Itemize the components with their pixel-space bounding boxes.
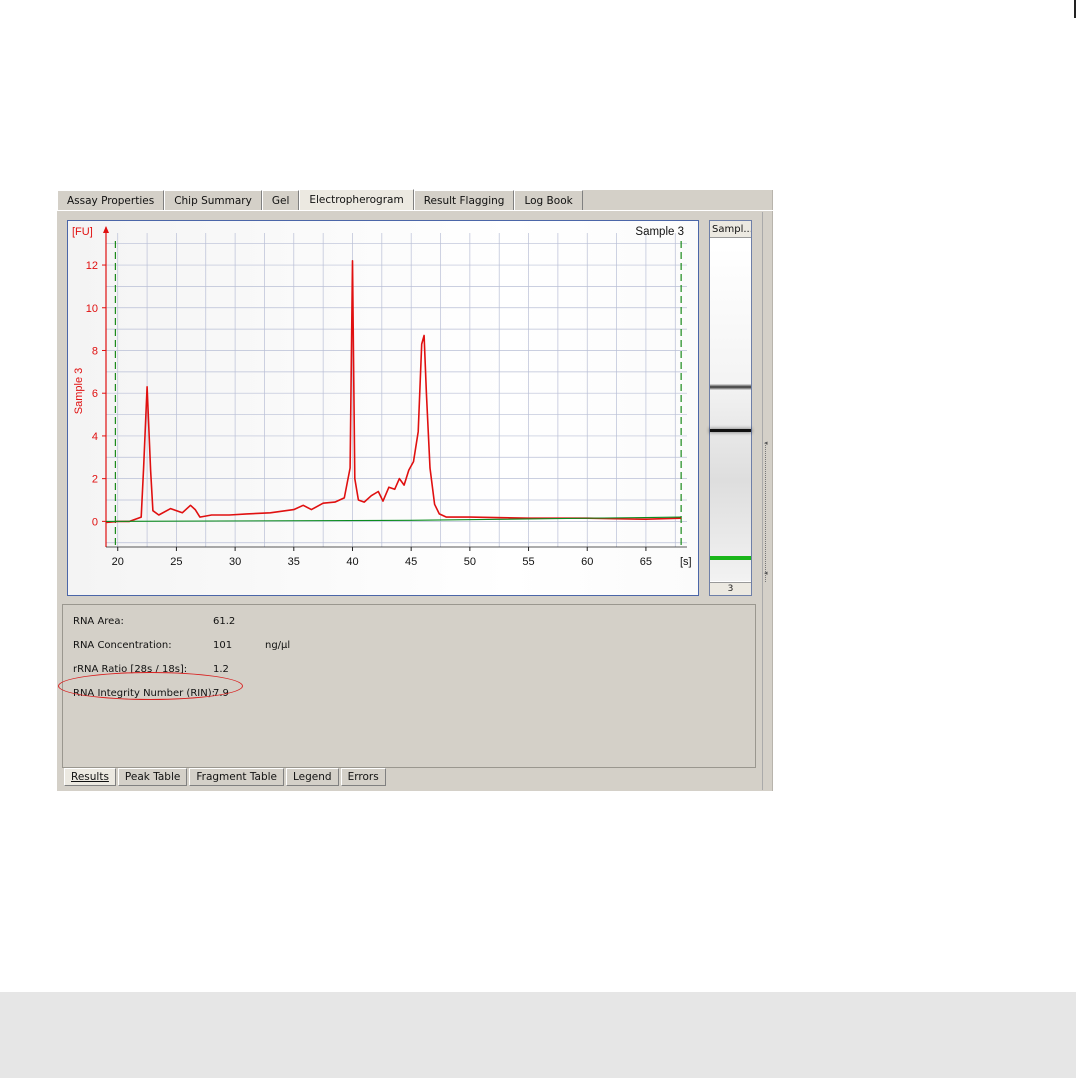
rna-concentration-label: RNA Concentration: [73,640,172,651]
sample-strip-number: 3 [710,582,751,595]
page-footer-band [0,992,1076,1078]
y-tick-label: 6 [92,388,98,400]
rna-area-label: RNA Area: [73,616,124,627]
tab-legend[interactable]: Legend [286,768,339,786]
sample-title: Sample 3 [635,226,684,238]
electropherogram-svg: 0 2 4 6 8 10 12 20 25 30 35 40 45 50 55 60 65 [FU] [s] Samp… [72,226,692,568]
y-tick-label: 4 [92,431,98,443]
tab-result-flagging[interactable]: Result Flagging [413,190,515,210]
y-axis-title: Sample 3 [73,368,85,414]
bottom-tab-bar: Results Peak Table Fragment Table Legend… [64,768,388,787]
bioanalyzer-window: Assay Properties Chip Summary Gel Electr… [57,189,773,791]
y-unit-label: [FU] [72,226,93,238]
results-panel: RNA Area: 61.2 RNA Concentration: 101 ng… [58,604,756,768]
baseline-trace [105,516,682,522]
tab-fragment-table[interactable]: Fragment Table [189,768,285,786]
x-tick-label: 40 [346,556,358,568]
y-tick-label: 12 [86,260,98,272]
rna-concentration-value: 101 [213,640,233,651]
tab-chip-summary[interactable]: Chip Summary [164,190,262,210]
y-tick-label: 2 [92,474,98,486]
splitter-down-arrow-icon[interactable]: ◂ [764,570,768,577]
x-tick-label: 45 [405,556,417,568]
x-tick-label: 20 [112,556,124,568]
gel-band [710,384,751,391]
rna-concentration-unit: ng/µl [265,640,291,651]
tab-gel[interactable]: Gel [261,190,300,210]
y-tick-label: 0 [92,516,98,528]
x-tick-label: 60 [581,556,593,568]
top-tab-bar: Assay Properties Chip Summary Gel Electr… [57,189,583,211]
x-tick-label: 25 [170,556,182,568]
x-tick-label: 35 [288,556,300,568]
sample-strip-header: Sampl... [710,221,751,238]
sample-gel-strip[interactable]: Sampl... 3 [709,220,752,596]
tab-errors[interactable]: Errors [340,768,386,786]
electropherogram-plot[interactable]: 0 2 4 6 8 10 12 20 25 30 35 40 45 50 55 60 65 [FU] [s] Samp… [67,220,699,596]
x-tick-label: 65 [640,556,652,568]
rrna-ratio-value: 1.2 [213,664,229,675]
tab-results[interactable]: Results [64,768,116,786]
gel-band [710,555,751,560]
tab-electropherogram[interactable]: Electropherogram [299,189,414,211]
y-axis-arrow-icon [103,226,109,233]
splitter-bar[interactable]: ◂ ◂ [762,212,772,790]
x-unit-label: [s] [680,556,692,568]
signal-trace [105,259,682,524]
x-tick-label: 50 [464,556,476,568]
gel-lane [710,247,751,581]
splitter-grip[interactable] [765,442,771,582]
tab-peak-table[interactable]: Peak Table [117,768,188,786]
gel-band [710,428,751,432]
x-tick-label: 30 [229,556,241,568]
x-tick-label: 55 [522,556,534,568]
y-tick-label: 8 [92,345,98,357]
rin-highlight-ellipse [58,672,243,700]
rna-area-value: 61.2 [213,616,236,627]
tab-divider [57,210,773,211]
tab-log-book[interactable]: Log Book [514,190,583,210]
tab-assay-properties[interactable]: Assay Properties [57,190,165,210]
y-tick-label: 10 [86,303,98,315]
